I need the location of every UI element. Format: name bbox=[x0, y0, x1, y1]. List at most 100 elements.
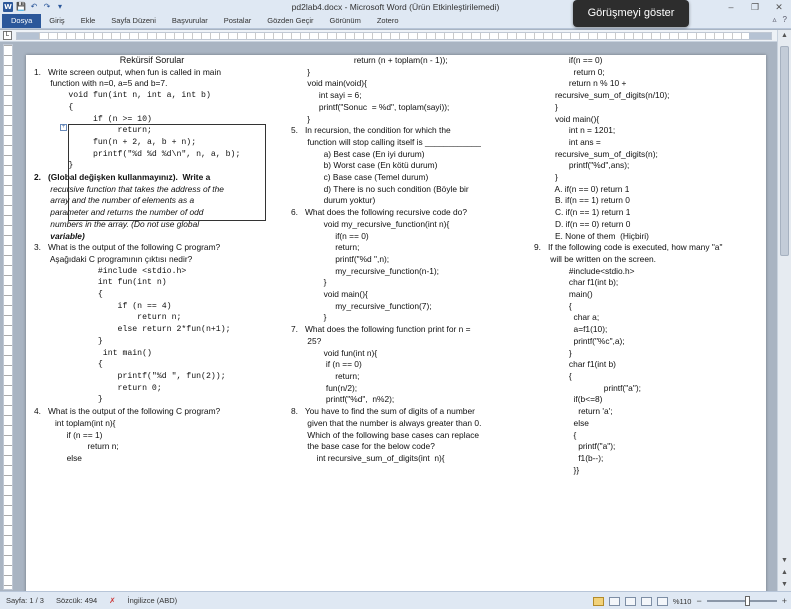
tab-review[interactable]: Gözden Geçir bbox=[259, 14, 321, 28]
document-line: void my_recursive_function(int n){ bbox=[291, 218, 450, 229]
horizontal-ruler[interactable] bbox=[16, 32, 772, 40]
document-line: } bbox=[534, 172, 558, 183]
document-line: function will stop calling itself is ___… bbox=[291, 136, 481, 147]
minimize-button[interactable]: – bbox=[719, 0, 743, 14]
document-line: } bbox=[34, 336, 103, 346]
document-line: Rekürsif Sorular bbox=[119, 55, 185, 65]
document-line: printf("%d ",n); bbox=[291, 253, 390, 264]
document-line: else return 2*fun(n+1); bbox=[34, 325, 231, 335]
full-screen-view-button[interactable] bbox=[608, 596, 620, 606]
document-line: return 0; bbox=[34, 383, 162, 393]
scroll-up-icon[interactable]: ▲ bbox=[778, 30, 791, 42]
document-line: variable) bbox=[34, 230, 85, 241]
document-line: return; bbox=[291, 242, 360, 253]
document-line: function with n=0, a=5 and b=7. bbox=[34, 78, 168, 89]
document-line: } bbox=[291, 66, 311, 77]
document-line: Aşağıdaki C programının çıktısı nedir? bbox=[34, 253, 193, 264]
document-line: if(n == 0) bbox=[291, 230, 369, 241]
document-line: if(b<=8) bbox=[534, 394, 603, 405]
document-line: return (n + toplam(n - 1)); bbox=[291, 55, 448, 65]
zoom-level[interactable]: %110 bbox=[673, 597, 692, 606]
show-meeting-button[interactable]: Görüşmeyi göster bbox=[573, 0, 689, 27]
restore-button[interactable]: ❐ bbox=[743, 0, 767, 14]
word-count[interactable]: Sözcük: 494 bbox=[50, 596, 103, 605]
document-line: 6. What does the following recursive cod… bbox=[291, 207, 467, 218]
document-line: 25? bbox=[291, 335, 322, 346]
page-count[interactable]: Sayfa: 1 / 3 bbox=[0, 596, 50, 605]
outline-view-button[interactable] bbox=[640, 596, 652, 606]
document-line: int recursive_sum_of_digits(int n){ bbox=[291, 452, 445, 463]
document-line: return n % 10 + bbox=[534, 78, 627, 89]
column-3[interactable]: if(n == 0) return 0; return n % 10 + rec… bbox=[534, 55, 764, 476]
document-line: } bbox=[34, 161, 74, 171]
print-layout-view-button[interactable] bbox=[592, 596, 604, 606]
document-line: } bbox=[291, 312, 327, 323]
collapse-ribbon-icon[interactable]: ▵ bbox=[773, 15, 777, 24]
undo-icon[interactable]: ↶ bbox=[29, 2, 39, 12]
document-line: printf("%c",a); bbox=[534, 335, 625, 346]
draft-view-button[interactable] bbox=[656, 596, 668, 606]
language-indicator[interactable]: İngilizce (ABD) bbox=[122, 596, 184, 605]
document-line: numbers in the array. (Do not use global bbox=[34, 218, 200, 229]
tab-zotero[interactable]: Zotero bbox=[369, 14, 407, 28]
document-line: if(n == 0) bbox=[534, 55, 603, 65]
proofing-icon[interactable]: ✗ bbox=[103, 596, 121, 605]
right-margin-marker[interactable] bbox=[749, 33, 771, 39]
left-margin-marker[interactable] bbox=[17, 33, 39, 39]
redo-icon[interactable]: ↷ bbox=[42, 2, 52, 12]
vertical-scrollbar[interactable]: ▲ ▼ ▲ ▼ bbox=[777, 30, 791, 591]
document-line: 2. (Global değişken kullanmayınız). Writ… bbox=[34, 172, 211, 183]
zoom-out-icon[interactable]: − bbox=[696, 596, 701, 606]
document-page[interactable]: + Rekürsif Sorular 1. Write screen output… bbox=[26, 55, 766, 591]
vertical-ruler[interactable] bbox=[3, 44, 13, 590]
tab-selector[interactable]: L bbox=[3, 31, 12, 40]
scroll-thumb[interactable] bbox=[780, 46, 789, 256]
word-app-icon[interactable]: W bbox=[3, 2, 13, 12]
zoom-in-icon[interactable]: + bbox=[782, 596, 787, 606]
document-line: { bbox=[34, 290, 103, 300]
document-line: return n; bbox=[34, 441, 119, 452]
document-line: if (n == 4) bbox=[34, 301, 172, 311]
zoom-slider-knob[interactable] bbox=[744, 596, 750, 606]
tab-home[interactable]: Giriş bbox=[41, 14, 72, 28]
column-2[interactable]: return (n + toplam(n - 1)); } void main(… bbox=[291, 55, 501, 465]
document-line: 8. You have to find the sum of digits of… bbox=[291, 406, 475, 417]
window-controls: – ❐ ✕ bbox=[719, 0, 791, 14]
close-button[interactable]: ✕ bbox=[767, 0, 791, 14]
document-line: Which of the following base cases can re… bbox=[291, 429, 480, 440]
scroll-down-icon[interactable]: ▼ bbox=[778, 555, 791, 567]
tab-file[interactable]: Dosya bbox=[2, 14, 42, 28]
tab-view[interactable]: Görünüm bbox=[322, 14, 369, 28]
document-line: } bbox=[291, 113, 311, 124]
previous-page-icon[interactable]: ▲ bbox=[778, 567, 791, 579]
tab-page-layout[interactable]: Sayfa Düzeni bbox=[103, 14, 164, 28]
status-bar: Sayfa: 1 / 3 Sözcük: 494 ✗ İngilizce (AB… bbox=[0, 591, 791, 609]
next-page-icon[interactable]: ▼ bbox=[778, 579, 791, 591]
customize-qat-icon[interactable]: ▾ bbox=[55, 2, 65, 12]
document-line: printf("%d ", fun(2)); bbox=[34, 371, 226, 381]
tab-references[interactable]: Başvurular bbox=[164, 14, 216, 28]
column-1[interactable]: Rekürsif Sorular 1. Write screen output, … bbox=[34, 55, 270, 465]
help-icon[interactable]: ? bbox=[783, 15, 787, 24]
document-line: char a; bbox=[534, 312, 600, 323]
document-line: char f1(int b) bbox=[534, 359, 616, 370]
quick-access-toolbar: W 💾 ↶ ↷ ▾ bbox=[0, 2, 65, 12]
save-icon[interactable]: 💾 bbox=[16, 2, 26, 12]
document-canvas[interactable]: + Rekürsif Sorular 1. Write screen output… bbox=[14, 43, 777, 591]
ruler-ticks bbox=[39, 33, 749, 39]
document-line: int sayi = 6; bbox=[291, 90, 362, 101]
document-line: int n = 1201; bbox=[534, 125, 616, 136]
document-line: } bbox=[34, 395, 103, 405]
document-line: a=f1(10); bbox=[534, 324, 608, 335]
document-line: 5. In recursion, the condition for which… bbox=[291, 125, 451, 136]
document-line: void fun(int n){ bbox=[291, 347, 378, 358]
document-line: my_recursive_function(7); bbox=[291, 300, 432, 311]
tab-mailings[interactable]: Postalar bbox=[216, 14, 260, 28]
tab-insert[interactable]: Ekle bbox=[73, 14, 104, 28]
document-line: given that the number is always greater … bbox=[291, 417, 482, 428]
zoom-slider[interactable] bbox=[706, 596, 777, 606]
web-layout-view-button[interactable] bbox=[624, 596, 636, 606]
document-line: void main(void){ bbox=[291, 78, 367, 89]
document-line: array and the number of elements as a bbox=[34, 195, 195, 206]
document-line: { bbox=[534, 300, 572, 311]
